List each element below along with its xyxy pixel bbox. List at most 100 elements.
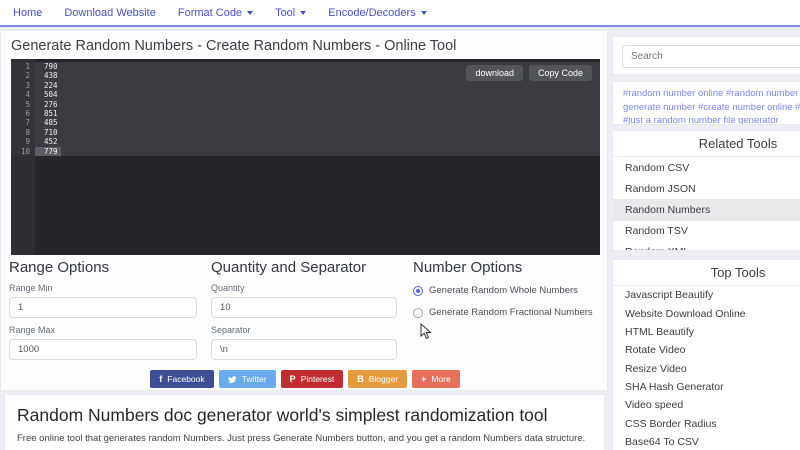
twitter-bird-icon bbox=[227, 375, 237, 384]
related-tool-random-xml[interactable]: Random XML bbox=[613, 242, 800, 250]
line-value: 790 bbox=[44, 62, 58, 71]
nav-item-home[interactable]: Home bbox=[13, 7, 42, 19]
search-card bbox=[612, 36, 800, 75]
page-title: Generate Random Numbers - Create Random … bbox=[11, 38, 457, 54]
editor-line: 7 485 bbox=[11, 118, 600, 128]
editor-line: 10 779 bbox=[11, 146, 600, 156]
top-tools-card: Top Tools Javascript Beautify Website Do… bbox=[612, 259, 800, 450]
line-value-highlighted: 779 bbox=[35, 146, 61, 156]
nav-item-tool[interactable]: Tool bbox=[275, 6, 307, 19]
range-options-section: Range Options Range Min Range Max bbox=[9, 259, 197, 360]
line-number: 9 bbox=[11, 137, 35, 147]
share-label: Blogger bbox=[368, 374, 399, 384]
nav-item-format-code[interactable]: Format Code bbox=[177, 6, 254, 19]
line-value: 504 bbox=[44, 90, 58, 100]
section-heading: Range Options bbox=[9, 259, 110, 276]
nav-label: Format Code bbox=[177, 6, 243, 19]
radio-whole-numbers[interactable]: Generate Random Whole Numbers bbox=[413, 285, 605, 296]
line-number: 6 bbox=[11, 109, 35, 119]
download-button[interactable]: download bbox=[466, 65, 523, 81]
line-number: 1 bbox=[11, 62, 35, 72]
chevron-down-icon bbox=[247, 11, 254, 15]
hashtag-line[interactable]: generate number #create number online #t… bbox=[623, 101, 800, 115]
pinterest-p-icon: P bbox=[289, 373, 296, 384]
share-label: Twitter bbox=[241, 374, 267, 384]
nav-label: Tool bbox=[275, 6, 296, 19]
nav-label: Download Website bbox=[64, 6, 156, 19]
share-twitter-button[interactable]: Twitter bbox=[218, 370, 276, 388]
line-value: 851 bbox=[44, 109, 58, 118]
share-more-button[interactable]: + More bbox=[412, 370, 460, 388]
share-label: Pinterest bbox=[300, 374, 335, 384]
share-facebook-button[interactable]: f Facebook bbox=[150, 370, 214, 388]
editor-line: 9 452 bbox=[11, 137, 600, 147]
share-button-row: f Facebook Twitter P Pinterest B Blogger… bbox=[1, 370, 609, 388]
line-number: 2 bbox=[11, 71, 35, 81]
top-tool-rotate-video[interactable]: Rotate Video bbox=[613, 341, 800, 359]
line-number: 4 bbox=[11, 90, 35, 100]
nav-item-encode-decoders[interactable]: Encode/Decoders bbox=[328, 6, 427, 19]
radio-label: Generate Random Whole Numbers bbox=[429, 285, 578, 296]
radio-fractional-numbers[interactable]: Generate Random Fractional Numbers bbox=[413, 307, 605, 318]
top-tool-css-border-radius[interactable]: CSS Border Radius bbox=[613, 415, 800, 433]
nav-label: Encode/Decoders bbox=[328, 6, 416, 19]
top-tools-title: Top Tools bbox=[613, 260, 800, 286]
hashtag-line[interactable]: #random number online #random number too… bbox=[623, 87, 800, 101]
range-min-label: Range Min bbox=[9, 283, 53, 293]
range-max-label: Range Max bbox=[9, 325, 56, 335]
related-tools-title: Related Tools bbox=[613, 131, 800, 157]
top-tool-javascript-beautify[interactable]: Javascript Beautify bbox=[613, 286, 800, 304]
section-heading: Quantity and Separator bbox=[211, 259, 367, 276]
number-options-section: Number Options Generate Random Whole Num… bbox=[413, 259, 605, 318]
quantity-separator-section: Quantity and Separator Quantity Separato… bbox=[211, 259, 397, 360]
editor-line: 5 276 bbox=[11, 99, 600, 109]
line-value: 438 bbox=[44, 71, 58, 81]
line-value: 452 bbox=[44, 137, 58, 147]
chevron-down-icon bbox=[300, 11, 307, 15]
range-max-input[interactable] bbox=[9, 339, 197, 360]
hashtag-line[interactable]: #just a random number file generator bbox=[623, 114, 800, 124]
copy-code-button[interactable]: Copy Code bbox=[528, 65, 592, 81]
editor-line: 8 710 bbox=[11, 127, 600, 138]
chevron-down-icon bbox=[420, 11, 427, 15]
section-heading: Number Options bbox=[413, 259, 523, 276]
line-number: 8 bbox=[11, 127, 35, 138]
share-pinterest-button[interactable]: P Pinterest bbox=[280, 370, 344, 388]
editor-line: 3 224 bbox=[11, 80, 600, 91]
share-blogger-button[interactable]: B Blogger bbox=[348, 370, 408, 388]
search-input[interactable] bbox=[622, 45, 800, 68]
top-tool-website-download-online[interactable]: Website Download Online bbox=[613, 304, 800, 322]
top-tool-video-speed[interactable]: Video speed bbox=[613, 396, 800, 414]
quantity-input[interactable] bbox=[211, 297, 397, 318]
line-value: 485 bbox=[44, 118, 58, 128]
top-tool-html-beautify[interactable]: HTML Beautify bbox=[613, 323, 800, 341]
top-tool-resize-video[interactable]: Resize Video bbox=[613, 360, 800, 378]
top-tool-base64-to-csv[interactable]: Base64 To CSV bbox=[613, 433, 800, 450]
hashtags-card: #random number online #random number too… bbox=[612, 81, 800, 125]
blogger-b-icon: B bbox=[357, 373, 364, 384]
radio-unselected-icon[interactable] bbox=[413, 307, 423, 318]
nav-item-download-website[interactable]: Download Website bbox=[64, 7, 156, 19]
facebook-f-icon: f bbox=[159, 373, 163, 384]
related-tool-random-json[interactable]: Random JSON bbox=[613, 178, 800, 199]
about-heading: Random Numbers doc generator world's sim… bbox=[17, 405, 548, 425]
separator-input[interactable] bbox=[211, 339, 397, 360]
share-label: Facebook bbox=[167, 374, 205, 384]
range-min-input[interactable] bbox=[9, 297, 197, 318]
mouse-cursor-icon bbox=[420, 323, 432, 339]
navbar: Home Download Website Format Code Tool E… bbox=[0, 0, 800, 27]
line-number: 3 bbox=[11, 80, 35, 91]
code-editor[interactable]: 1 790 2 438 3 224 4 504 5 276 6 851 7 485 8 710 … bbox=[11, 59, 600, 255]
line-value: 276 bbox=[44, 99, 58, 109]
share-label: More bbox=[431, 374, 451, 384]
related-tool-random-numbers[interactable]: Random Numbers bbox=[613, 199, 800, 221]
related-tools-card: Related Tools Random CSV Random JSON Ran… bbox=[612, 130, 800, 251]
radio-selected-icon[interactable] bbox=[413, 285, 423, 296]
top-tool-sha-hash-generator[interactable]: SHA Hash Generator bbox=[613, 378, 800, 396]
line-number: 5 bbox=[11, 99, 35, 109]
related-tool-random-csv[interactable]: Random CSV bbox=[613, 157, 800, 178]
plus-icon: + bbox=[421, 373, 427, 384]
about-paragraph-1: Free online tool that generates random N… bbox=[17, 433, 586, 444]
line-number: 10 bbox=[11, 146, 35, 156]
related-tool-random-tsv[interactable]: Random TSV bbox=[613, 221, 800, 242]
